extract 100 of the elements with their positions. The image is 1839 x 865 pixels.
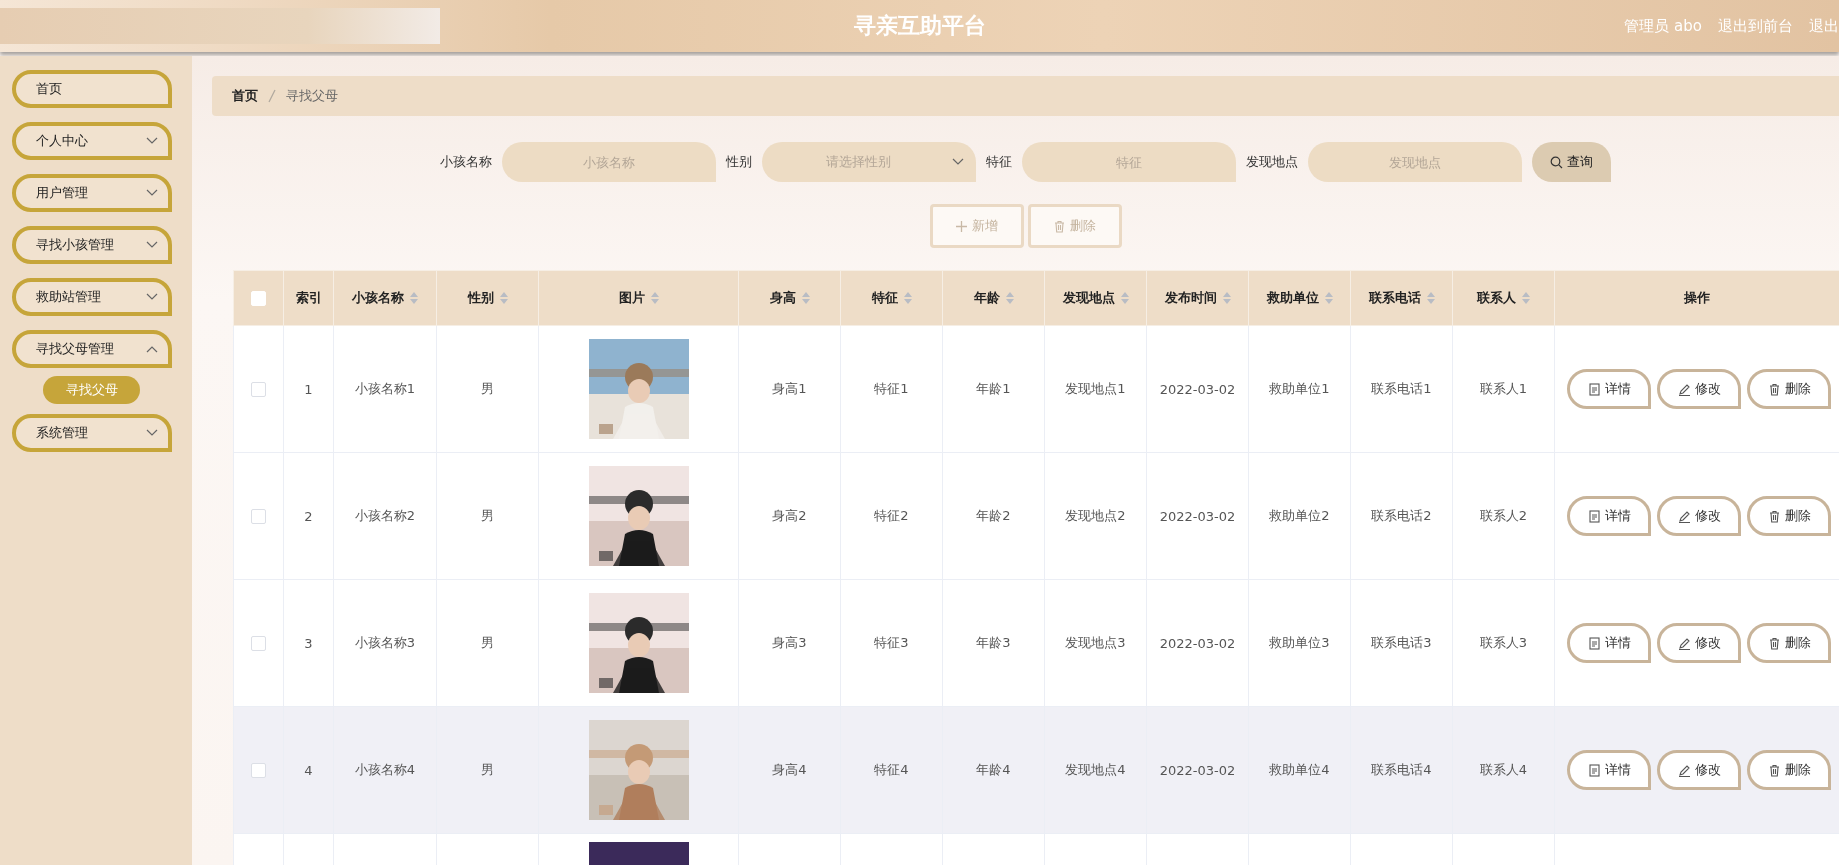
menu-item[interactable]: 个人中心 [12,122,172,160]
table-cell: 联系电话4 [1371,762,1432,777]
table-cell: 身高3 [772,635,807,650]
table-cell: 2022-03-02 [1159,762,1236,778]
checkbox[interactable] [251,382,266,397]
table-cell: 小孩名称3 [354,635,416,650]
table-row[interactable]: 4 小孩名称4 男 身高4 特征4 年龄4 发现地点4 2022-03-02 救助单位4 联系电话4 联系人4 详情 修改 删除 [233,706,1839,834]
table-cell: 发现地点2 [1065,508,1126,523]
table-cell: 2022-03-02 [1159,508,1236,524]
detail-button[interactable]: 详情 [1567,369,1651,409]
menu-item[interactable]: 用户管理 [12,174,172,212]
edit-button[interactable]: 修改 [1657,496,1741,536]
table-cell: 特征4 [874,762,909,777]
table-cell: 联系人4 [1479,762,1528,777]
menu-item[interactable]: 首页 [12,70,172,108]
column-header[interactable]: 救助单位 [1266,289,1319,307]
delete-button[interactable]: 删除 [1747,369,1831,409]
edit-button[interactable]: 修改 [1657,623,1741,663]
table-cell: 身高2 [772,508,807,523]
column-header[interactable]: 联系电话 [1368,289,1421,307]
table-row[interactable]: 1 小孩名称1 男 身高1 特征1 年龄1 发现地点1 2022-03-02 救助单位1 联系电话1 联系人1 详情 修改 删除 [233,325,1839,453]
table-row[interactable]: 2 小孩名称2 男 身高2 特征2 年龄2 发现地点2 2022-03-02 救助单位2 联系电话2 联系人2 详情 修改 删除 [233,452,1839,580]
table-cell: 身高4 [772,762,807,777]
field-label: 发现地点 [1246,153,1298,171]
column-header[interactable]: 小孩名称 [352,289,404,307]
column-header[interactable]: 发布时间 [1164,289,1217,307]
input-field[interactable]: 小孩名称 [502,142,716,182]
table-cell: 特征2 [874,508,909,523]
table-cell: 联系电话3 [1371,635,1432,650]
field-label: 小孩名称 [440,153,492,171]
detail-button[interactable]: 详情 [1567,750,1651,790]
breadcrumb-item[interactable]: 首页 [232,87,258,105]
trash-icon [1767,636,1781,650]
document-icon [1587,382,1601,396]
table-cell: 男 [481,762,494,777]
search-button[interactable]: 查询 [1532,142,1611,182]
table-cell: 救助单位4 [1269,762,1330,777]
table-cell: 年龄2 [976,508,1011,523]
table-cell: 年龄1 [976,381,1011,396]
table-cell: 发现地点4 [1065,762,1126,777]
edit-button[interactable]: 修改 [1657,369,1741,409]
column-header[interactable]: 索引 [295,289,322,307]
column-header[interactable]: 图片 [618,289,645,307]
table-cell: 小孩名称1 [354,381,416,396]
table-cell: 4 [304,762,313,778]
table-cell: 联系电话2 [1371,508,1432,523]
column-header[interactable]: 年龄 [973,289,1000,307]
table-cell: 联系电话1 [1371,381,1432,396]
pencil-icon [1677,509,1691,523]
table-cell: 年龄4 [976,762,1011,777]
column-header[interactable]: 身高 [769,289,796,307]
table-cell: 1 [304,381,313,397]
table-cell: 救助单位1 [1269,381,1330,396]
menu-item[interactable]: 寻找父母管理 [12,330,172,368]
trash-icon [1767,509,1781,523]
table-cell: 年龄3 [976,635,1011,650]
column-header[interactable]: 联系人 [1477,289,1516,307]
column-header[interactable]: 特征 [871,289,898,307]
table-row[interactable]: 3 小孩名称3 男 身高3 特征3 年龄3 发现地点3 2022-03-02 救助单位3 联系电话3 联系人3 详情 修改 删除 [233,579,1839,707]
checkbox[interactable] [251,636,266,651]
document-icon [1587,509,1601,523]
table-cell: 发现地点3 [1065,635,1126,650]
table-cell: 小孩名称2 [354,508,416,523]
table-cell: 救助单位3 [1269,635,1330,650]
chevron-down-icon [952,158,964,166]
menu-item[interactable]: 救助站管理 [12,278,172,316]
column-header[interactable]: 操作 [1684,289,1710,307]
field-label: 性别 [726,153,752,171]
plus-icon [955,219,968,233]
table-cell: 男 [481,381,494,396]
table-cell: 小孩名称4 [354,762,416,777]
table-cell: 2 [304,508,313,524]
checkbox[interactable] [251,763,266,778]
menu-item[interactable]: 系统管理 [12,414,172,452]
search-icon [1550,155,1563,169]
table-cell: 特征3 [874,635,909,650]
trash-icon [1767,763,1781,777]
pencil-icon [1677,382,1691,396]
breadcrumb-item: 寻找父母 [286,87,338,105]
field-label: 特征 [986,153,1012,171]
delete-button[interactable]: 删除 [1747,623,1831,663]
table-cell: 发现地点1 [1065,381,1126,396]
delete-button[interactable]: 删除 [1747,496,1831,536]
edit-button[interactable]: 修改 [1657,750,1741,790]
column-header[interactable]: 发现地点 [1062,289,1115,307]
document-icon [1587,636,1601,650]
table-cell: 男 [481,635,494,650]
column-header[interactable]: 性别 [467,289,494,307]
pencil-icon [1677,636,1691,650]
table-cell: 特征1 [874,381,909,396]
site-title: 寻亲互助平台 [852,12,987,40]
table-cell: 救助单位2 [1269,508,1330,523]
detail-button[interactable]: 详情 [1567,496,1651,536]
trash-icon [1053,219,1066,233]
delete-button[interactable]: 删除 [1747,750,1831,790]
checkbox[interactable] [251,509,266,524]
table-cell: 身高1 [772,381,807,396]
menu-item[interactable]: 寻找小孩管理 [12,226,172,264]
detail-button[interactable]: 详情 [1567,623,1651,663]
table-cell: 联系人2 [1479,508,1528,523]
